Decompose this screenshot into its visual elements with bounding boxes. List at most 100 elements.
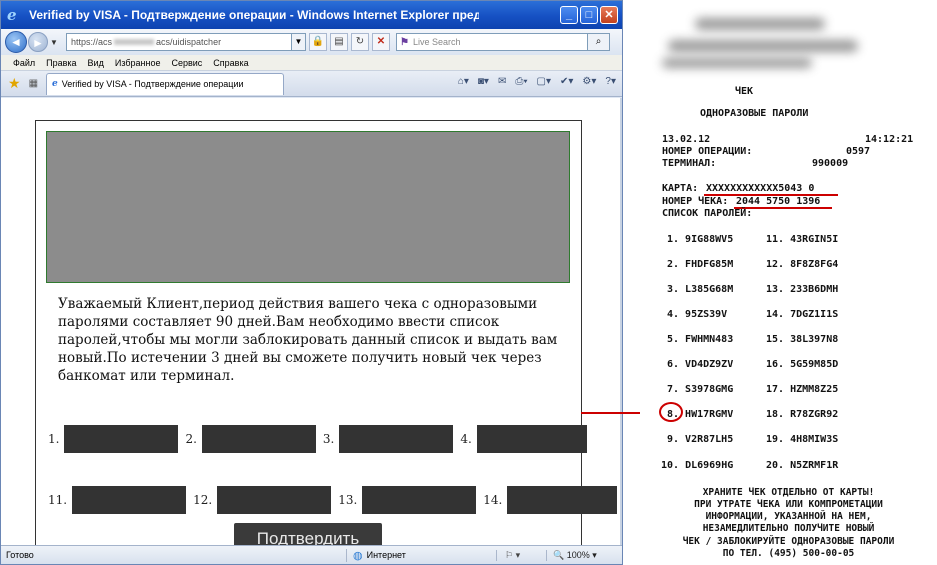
search-icon[interactable]: ⌕ <box>588 33 610 51</box>
page-icon[interactable]: ▢▾ <box>537 76 551 87</box>
password-field-14[interactable] <box>507 486 618 514</box>
receipt-time: 14:12:21 <box>865 134 914 145</box>
card-value: XXXXXXXXXXXX5043 0 <box>706 183 815 194</box>
receipt-password: 16. 5G59M85D <box>766 359 839 370</box>
help-icon[interactable]: ?▾ <box>605 76 616 87</box>
favorites-star-icon[interactable]: ★ <box>8 75 21 92</box>
receipt-password: 2. FHDFG85M <box>667 259 734 270</box>
receipt-subheader: ОДНОРАЗОВЫЕ ПАРОЛИ <box>700 108 809 119</box>
close-button[interactable]: ✕ <box>600 6 618 24</box>
receipt-password: 13. 233B6DMH <box>766 284 839 295</box>
menu-view[interactable]: Вид <box>88 58 104 68</box>
forward-button[interactable]: ► <box>28 32 48 52</box>
menu-tools[interactable]: Сервис <box>171 58 202 68</box>
receipt-password: 18. R78ZGR92 <box>766 409 839 420</box>
minimize-button[interactable]: _ <box>560 6 578 24</box>
password-item: 14. <box>483 486 618 514</box>
receipt-footer-line: ИНФОРМАЦИИ, УКАЗАННОЙ НА НЕМ, <box>705 511 872 522</box>
receipt-password: 17. HZMM8Z25 <box>766 384 839 395</box>
password-row-1: 1. 2. 3. 4. <box>48 425 594 453</box>
redacted-blur <box>114 39 155 45</box>
search-input[interactable]: ⚑ Live Search <box>396 33 588 51</box>
receipt-password: 3. L385G68M <box>667 284 734 295</box>
feeds-icon[interactable]: ◙▾ <box>478 76 489 87</box>
page-content: Уважаемый Клиент,период действия вашего … <box>1 98 622 545</box>
password-field-12[interactable] <box>217 486 332 514</box>
receipt-password: 1. 9IG88WV5 <box>667 234 734 245</box>
protected-mode-icon[interactable]: ⚐ ▾ <box>496 549 546 561</box>
password-item: 2. <box>185 425 316 453</box>
back-button[interactable]: ◄ <box>5 31 27 53</box>
password-item: 12. <box>193 486 332 514</box>
quick-tabs-icon[interactable]: ▦ <box>29 78 38 89</box>
receipt-password: 10. DL6969HG <box>661 460 734 471</box>
receipt-footer-line: ПО ТЕЛ. (495) 500-00-05 <box>722 548 855 559</box>
receipt-footer-line: ЧЕК / ЗАБЛОКИРУЙТЕ ОДНОРАЗОВЫЕ ПАРОЛИ <box>682 536 895 547</box>
confirm-button[interactable]: Подтвердить <box>234 523 382 545</box>
terminal-label: ТЕРМИНАЛ: <box>662 158 717 169</box>
check-number-value: 2044 5750 1396 <box>736 196 821 207</box>
tab-bar: ★ ▦ e Verified by VISA - Подтверждение о… <box>1 71 622 97</box>
menu-favorites[interactable]: Избранное <box>115 58 161 68</box>
receipt-password: 9. V2R87LH5 <box>667 434 734 445</box>
receipt-password: 4. 95ZS39V <box>667 309 728 320</box>
print-icon[interactable]: ⎙▾ <box>515 76 527 87</box>
safety-icon[interactable]: ✔▾ <box>560 76 573 87</box>
password-item: 11. <box>48 486 187 514</box>
refresh-icon[interactable]: ↻ <box>351 33 369 51</box>
operation-value: 0597 <box>846 146 871 157</box>
operation-label: НОМЕР ОПЕРАЦИИ: <box>662 146 753 157</box>
window-controls: _ □ ✕ <box>560 6 618 24</box>
security-zone[interactable]: ◍ Интернет <box>346 548 496 562</box>
receipt-date: 13.02.12 <box>662 134 711 145</box>
history-dropdown-icon[interactable]: ▼ <box>50 38 60 47</box>
maximize-button[interactable]: □ <box>580 6 598 24</box>
mail-icon[interactable]: ✉ <box>498 76 506 87</box>
password-list-label: СПИСОК ПАРОЛЕЙ: <box>662 208 753 219</box>
highlight-circle <box>659 402 683 422</box>
vertical-scrollbar[interactable] <box>620 98 622 545</box>
live-search-logo-icon: ⚑ <box>400 36 409 48</box>
otp-receipt: ЧЕК ОДНОРАЗОВЫЕ ПАРОЛИ 13.02.12 14:12:21… <box>640 0 937 565</box>
receipt-password: 12. 8F8Z8FG4 <box>766 259 839 270</box>
redacted-blur <box>662 58 812 68</box>
menu-bar: Файл Правка Вид Избранное Сервис Справка <box>1 55 622 71</box>
receipt-password: 20. N5ZRMF1R <box>766 460 839 471</box>
receipt-footer-line: НЕЗАМЕДЛИТЕЛЬНО ПОЛУЧИТЕ НОВЫЙ <box>702 523 875 534</box>
receipt-footer-line: ХРАНИТЕ ЧЕК ОТДЕЛЬНО ОТ КАРТЫ! <box>702 487 875 498</box>
receipt-password: 11. 43RGIN5I <box>766 234 839 245</box>
receipt-password: 19. 4H8MIW3S <box>766 434 839 445</box>
home-icon[interactable]: ⌂▾ <box>458 76 469 87</box>
menu-help[interactable]: Справка <box>213 58 248 68</box>
redacted-blur <box>695 18 825 30</box>
zoom-level[interactable]: 🔍 100% ▾ <box>546 549 597 561</box>
menu-edit[interactable]: Правка <box>46 58 76 68</box>
tools-gear-icon[interactable]: ⚙▾ <box>582 76 596 87</box>
password-field-3[interactable] <box>339 425 454 453</box>
url-dropdown-icon[interactable]: ▼ <box>292 33 306 51</box>
terminal-value: 990009 <box>812 158 849 169</box>
receipt-password: 5. FWHMN483 <box>667 334 734 345</box>
tab-active[interactable]: e Verified by VISA - Подтверждение опера… <box>46 72 285 95</box>
menu-file[interactable]: Файл <box>13 58 35 68</box>
receipt-password: 6. VD4DZ9ZV <box>667 359 734 370</box>
receipt-password: 15. 38L397N8 <box>766 334 839 345</box>
password-field-2[interactable] <box>201 425 316 453</box>
stop-icon[interactable]: ✕ <box>372 33 390 51</box>
bank-banner-image <box>46 131 570 283</box>
password-field-13[interactable] <box>362 486 477 514</box>
password-field-4[interactable] <box>476 425 587 453</box>
check-number-label: НОМЕР ЧЕКА: <box>662 196 729 207</box>
status-text: Готово <box>6 550 34 560</box>
title-bar: e Verified by VISA - Подтверждение опера… <box>1 1 622 29</box>
command-bar: ⌂▾ ◙▾ ✉ ⎙▾ ▢▾ ✔▾ ⚙▾ ?▾ <box>458 76 616 87</box>
address-bar: ◄ ► ▼ https://acs acs/uidispatcher ▼ 🔒 ▤ … <box>1 29 622 55</box>
lock-icon[interactable]: 🔒 <box>309 33 327 51</box>
password-item: 3. <box>323 425 454 453</box>
url-input[interactable]: https://acs acs/uidispatcher <box>66 33 292 51</box>
browser-window: e Verified by VISA - Подтверждение опера… <box>0 0 623 565</box>
password-field-11[interactable] <box>72 486 187 514</box>
compatibility-icon[interactable]: ▤ <box>330 33 348 51</box>
card-label: КАРТА: <box>662 183 699 194</box>
password-field-1[interactable] <box>64 425 179 453</box>
